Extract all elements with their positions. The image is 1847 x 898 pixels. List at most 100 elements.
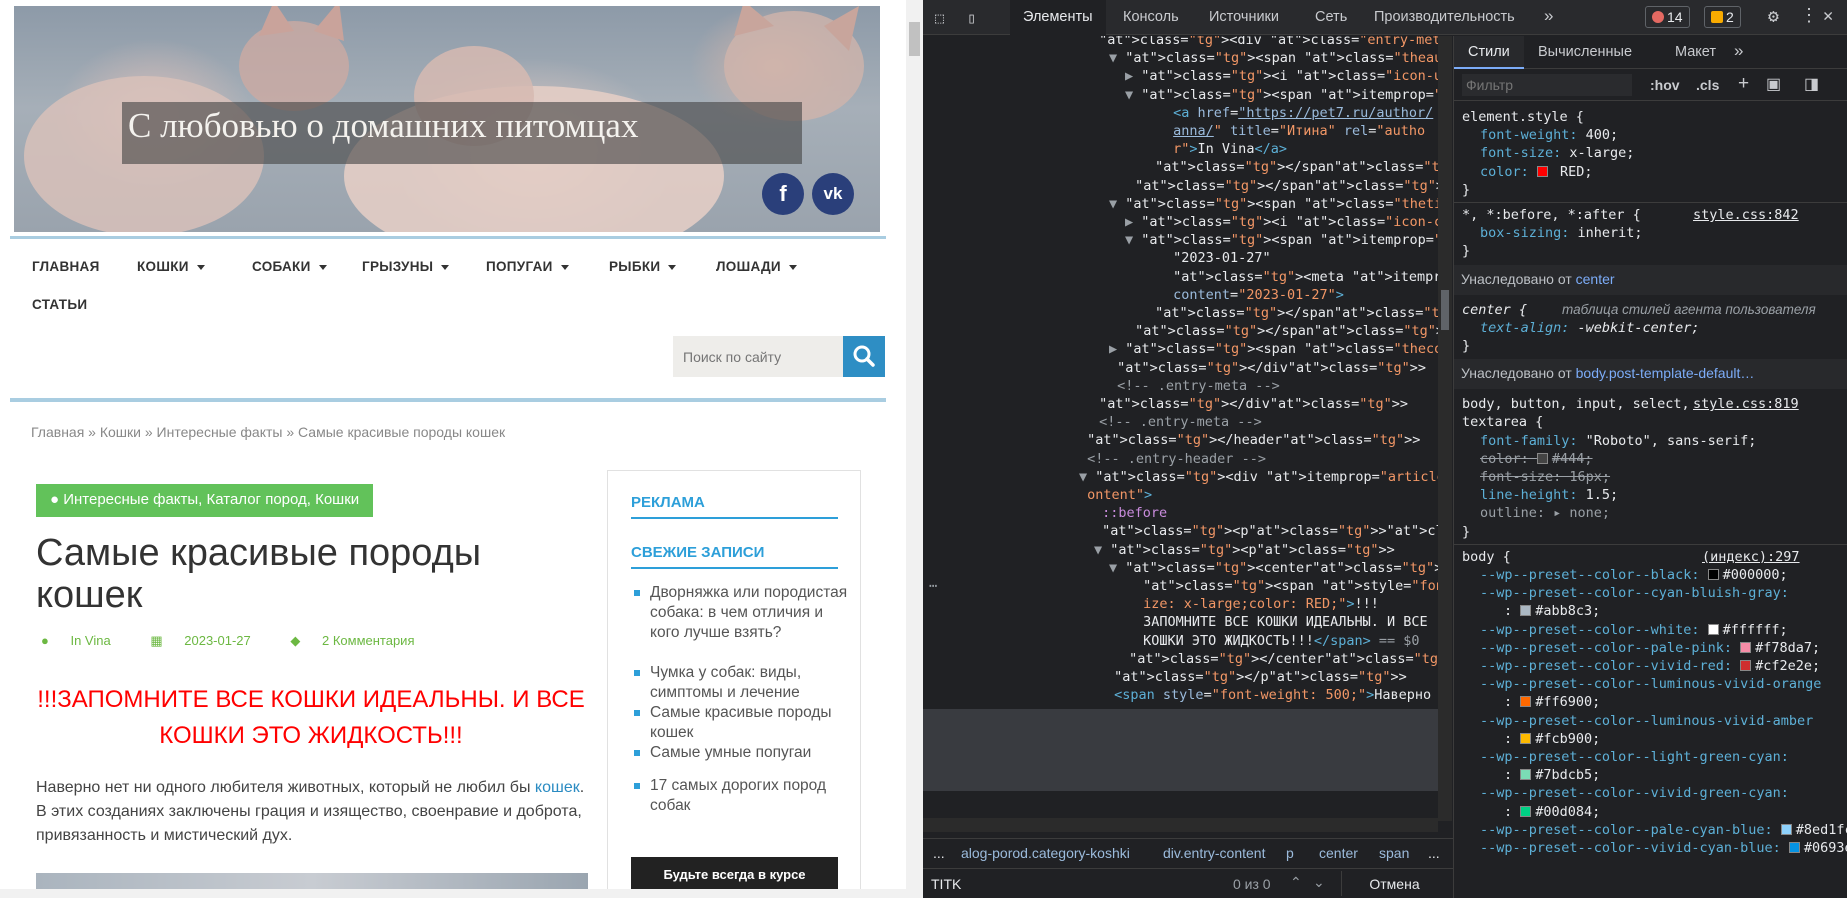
css-variable[interactable]: --wp--preset--color--cyan-bluish-gray: bbox=[1480, 584, 1789, 602]
dom-line[interactable]: "at">class="tg"></span"at">class="tg">> bbox=[1127, 177, 1438, 195]
recent-post-link[interactable]: Чумка у собак: виды, симптомы и лечение bbox=[650, 663, 855, 703]
dom-line[interactable]: ▶ "at">class="tg"><i "at">class="icon-us… bbox=[1125, 67, 1438, 85]
page-scrollbar-thumb[interactable] bbox=[909, 22, 920, 56]
device-toggle-icon[interactable]: ▯ bbox=[967, 9, 976, 27]
css-variable-value[interactable]: : #abb8c3; bbox=[1504, 602, 1600, 620]
css-declaration[interactable]: font-size: x-large; bbox=[1480, 144, 1634, 162]
expand-down-icon[interactable]: ▼ bbox=[1079, 469, 1087, 485]
dom-line[interactable]: ::before bbox=[1094, 504, 1167, 522]
expand-right-icon[interactable]: ▶ bbox=[1125, 68, 1133, 84]
color-swatch[interactable] bbox=[1520, 605, 1532, 617]
tab-console[interactable]: Консоль bbox=[1123, 9, 1179, 25]
nav-dogs[interactable]: СОБАКИ bbox=[252, 259, 327, 274]
css-declaration[interactable]: color: RED; bbox=[1480, 163, 1593, 181]
expand-right-icon[interactable]: ▶ bbox=[1125, 214, 1133, 230]
elements-scrollbar[interactable] bbox=[1438, 36, 1452, 821]
breadcrumb-more[interactable]: ... bbox=[933, 845, 945, 861]
dom-line[interactable]: content="2023-01-27"> bbox=[1165, 286, 1344, 304]
css-variable-value[interactable]: : #7bdcb5; bbox=[1504, 766, 1600, 784]
paint-icon[interactable]: ▣ bbox=[1766, 74, 1781, 94]
dom-line[interactable]: "at">class="tg"><meta "at">itemprop="dat… bbox=[1165, 268, 1438, 286]
color-swatch[interactable] bbox=[1536, 165, 1548, 177]
facebook-icon[interactable]: f bbox=[762, 173, 804, 215]
source-link[interactable]: style.css:819 bbox=[1693, 395, 1799, 413]
comments-link[interactable]: ◆ 2 Комментария bbox=[290, 633, 432, 648]
color-swatch[interactable] bbox=[1780, 823, 1792, 835]
dom-line[interactable]: <span style="font-weight: 500;">Наверно bbox=[1106, 686, 1431, 704]
css-variable[interactable]: --wp--preset--color--luminous-vivid-ambe… bbox=[1480, 712, 1813, 730]
dom-line[interactable]: r">In Vina</a> bbox=[1165, 140, 1287, 158]
expand-down-icon[interactable]: ▼ bbox=[1094, 542, 1102, 558]
more-tabs-icon[interactable]: » bbox=[1734, 41, 1743, 61]
author-link[interactable]: ● In Vina bbox=[41, 633, 129, 648]
color-swatch[interactable] bbox=[1707, 623, 1719, 635]
color-swatch[interactable] bbox=[1707, 569, 1719, 580]
tab-computed[interactable]: Вычисленные bbox=[1538, 44, 1632, 60]
recent-post-link[interactable]: Дворняжка или породистая собака: в чем о… bbox=[650, 583, 855, 643]
nav-fish[interactable]: РЫБКИ bbox=[609, 259, 677, 274]
expand-down-icon[interactable]: ▼ bbox=[1109, 50, 1117, 66]
sidebar-toggle-icon[interactable]: ◨ bbox=[1804, 74, 1819, 94]
errors-badge[interactable]: 14 bbox=[1645, 6, 1690, 28]
tab-sources[interactable]: Источники bbox=[1209, 9, 1279, 25]
color-swatch[interactable] bbox=[1536, 452, 1548, 464]
dom-line[interactable]: "at">class="tg"></header"at">class="tg">… bbox=[1079, 431, 1420, 449]
inherited-link[interactable]: center bbox=[1576, 271, 1615, 287]
nav-articles[interactable]: СТАТЬИ bbox=[32, 297, 87, 312]
tab-styles[interactable]: Стили bbox=[1468, 44, 1510, 60]
nav-rodents[interactable]: ГРЫЗУНЫ bbox=[362, 259, 450, 274]
breadcrumb-item[interactable]: div.entry-content bbox=[1163, 845, 1265, 861]
nav-horses[interactable]: ЛОШАДИ bbox=[716, 259, 797, 274]
dom-line[interactable]: "at">class="tg"></div"at">class="tg">> bbox=[1091, 395, 1408, 413]
dom-line[interactable]: КОШКИ ЭТО ЖИДКОСТЬ!!!</span> == $0 bbox=[1135, 632, 1419, 650]
dom-line[interactable]: <!-- .entry-meta --> bbox=[1091, 413, 1262, 431]
css-variable[interactable]: --wp--preset--color--vivid-red: #cf2e2e; bbox=[1480, 657, 1820, 675]
dom-line[interactable]: ▼ "at">class="tg"><p"at">class="tg">> bbox=[1094, 541, 1395, 559]
dom-line[interactable]: ▼ "at">class="tg"><span "at">itemprop="a… bbox=[1125, 86, 1438, 104]
dom-line[interactable]: ▼ "at">class="tg"><span "at">class="thet… bbox=[1109, 195, 1438, 213]
dom-line[interactable]: "at">class="tg"><div "at">class="entry-m… bbox=[1091, 36, 1438, 49]
css-variable[interactable]: --wp--preset--color--pale-cyan-blue: #8e… bbox=[1480, 821, 1847, 839]
css-variable[interactable]: --wp--preset--color--white: #ffffff; bbox=[1480, 621, 1788, 639]
dom-line[interactable]: ontent"> bbox=[1079, 486, 1152, 504]
vk-icon[interactable]: vk bbox=[812, 173, 854, 215]
inherited-link[interactable]: body.post-template-default… bbox=[1576, 365, 1755, 381]
color-swatch[interactable] bbox=[1788, 842, 1800, 853]
css-declaration[interactable]: line-height: 1.5; bbox=[1480, 486, 1618, 504]
category-badge[interactable]: ● Интересные факты, Каталог пород, Кошки bbox=[36, 484, 374, 517]
color-swatch[interactable] bbox=[1520, 732, 1532, 744]
recent-post-link[interactable]: Самые красивые породы кошек bbox=[650, 703, 855, 743]
gear-icon[interactable]: ⚙ bbox=[1768, 6, 1779, 27]
dom-line[interactable]: "at">class="tg"></span"at">class="tg">> bbox=[1147, 158, 1438, 176]
tab-layout[interactable]: Макет bbox=[1675, 44, 1716, 60]
dom-line[interactable]: ЗАПОМНИТЕ ВСЕ КОШКИ ИДЕАЛЬНЫ. И ВСЕ bbox=[1135, 613, 1427, 631]
node-actions-icon[interactable]: ⋯ bbox=[929, 577, 937, 595]
dom-line[interactable]: "at">class="tg"><p"at">class="tg">>"at">… bbox=[1094, 522, 1438, 540]
hov-button[interactable]: :hov bbox=[1650, 77, 1680, 93]
css-variable[interactable]: --wp--preset--color--black: #000000; bbox=[1480, 566, 1788, 584]
color-swatch[interactable] bbox=[1520, 805, 1532, 817]
tab-elements[interactable]: Элементы bbox=[1023, 9, 1093, 25]
dom-line[interactable]: ▼ "at">class="tg"><center"at">class="tg"… bbox=[1109, 559, 1438, 577]
breadcrumb-item[interactable]: center bbox=[1319, 845, 1358, 861]
more-options-icon[interactable]: ⋮ bbox=[1800, 5, 1818, 26]
nav-home[interactable]: ГЛАВНАЯ bbox=[32, 259, 100, 274]
site-title[interactable]: С любовью о домашних питомцах bbox=[128, 106, 638, 146]
color-swatch[interactable] bbox=[1520, 769, 1532, 781]
find-input[interactable] bbox=[931, 874, 1231, 894]
nav-cats[interactable]: КОШКИ bbox=[137, 259, 205, 274]
breadcrumb-item[interactable]: span bbox=[1379, 845, 1409, 861]
dom-line[interactable]: ▼ "at">class="tg"><span "at">class="thea… bbox=[1109, 49, 1438, 67]
dom-line[interactable]: <a href="https://pet7.ru/author/ bbox=[1165, 104, 1433, 122]
expand-down-icon[interactable]: ▼ bbox=[1125, 87, 1133, 103]
tab-network[interactable]: Сеть bbox=[1315, 9, 1347, 25]
elements-tree[interactable]: "at">class="tg"><div "at">class="entry-m… bbox=[923, 36, 1438, 821]
dom-line[interactable]: ▼ "at">class="tg"><div "at">itemprop="ar… bbox=[1079, 468, 1438, 486]
css-declaration-overridden[interactable]: font-size: 16px; bbox=[1480, 468, 1610, 486]
breadcrumb-item[interactable]: p bbox=[1286, 845, 1294, 861]
color-swatch[interactable] bbox=[1520, 696, 1532, 708]
page-horizontal-scrollbar[interactable] bbox=[0, 889, 906, 898]
css-declaration-inactive[interactable]: outline: ▸ none; bbox=[1480, 504, 1610, 522]
dom-line[interactable]: "at">class="tg"></span"at">class="tg">> bbox=[1127, 322, 1438, 340]
warnings-badge[interactable]: 2 bbox=[1704, 6, 1741, 28]
